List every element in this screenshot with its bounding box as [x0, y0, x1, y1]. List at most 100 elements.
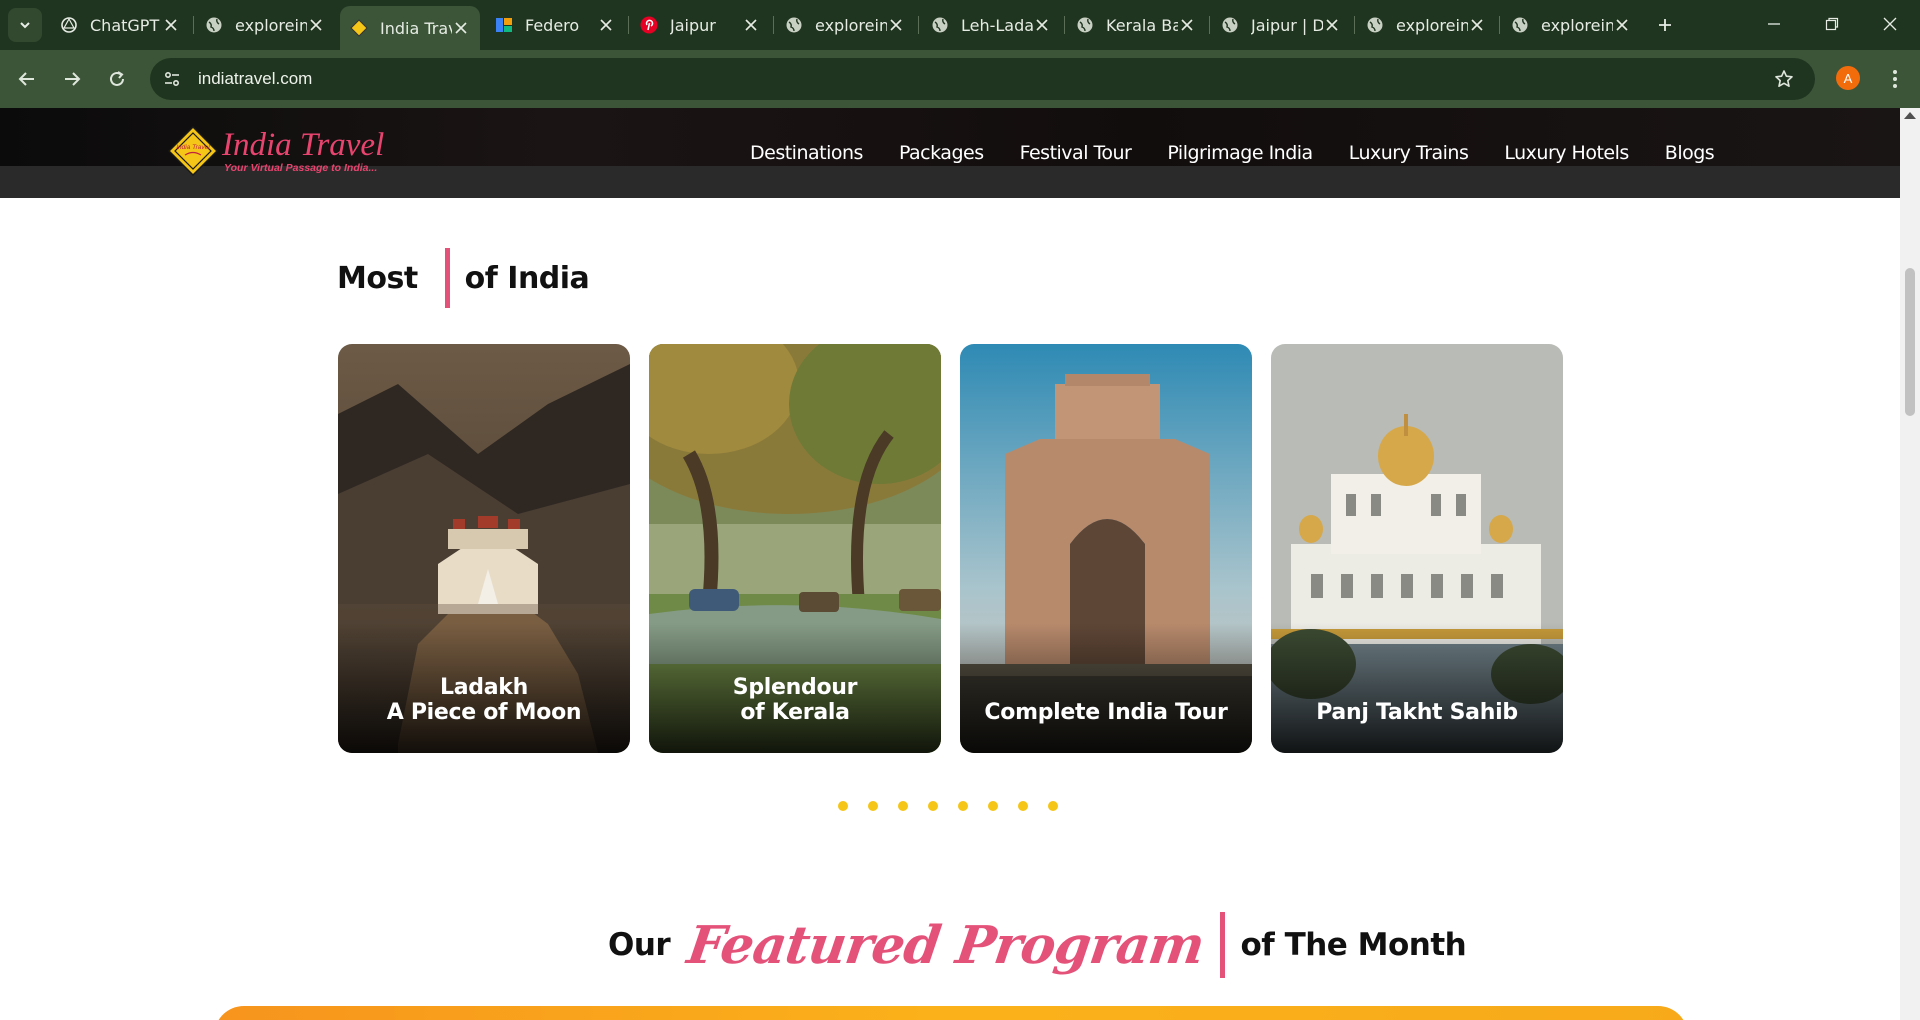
nav-festival-tour[interactable]: Festival Tour — [1020, 142, 1132, 164]
logo-title: India Travel — [222, 127, 385, 163]
scroll-up-arrow-icon[interactable] — [1904, 112, 1916, 119]
globe-icon — [1366, 16, 1384, 34]
globe-icon — [1511, 16, 1529, 34]
heading-word-our: Our — [608, 927, 671, 963]
scroll-thumb[interactable] — [1905, 268, 1915, 416]
tab-separator — [1064, 16, 1065, 34]
card-complete-india[interactable]: Complete India Tour — [960, 344, 1252, 753]
browser-tab[interactable]: Kerala Ba — [1066, 5, 1206, 45]
tab-separator — [1354, 16, 1355, 34]
tab-title: exploreind — [235, 15, 307, 35]
restore-button[interactable] — [1803, 0, 1861, 48]
url-text[interactable]: indiatravel.com — [198, 69, 312, 89]
card-panj-takht[interactable]: Panj Takht Sahib — [1271, 344, 1563, 753]
browser-tab[interactable]: India Travel — [340, 6, 480, 50]
nav-packages[interactable]: Packages — [899, 142, 984, 164]
carousel-dot[interactable] — [898, 801, 908, 811]
page-scrollbar[interactable] — [1900, 108, 1920, 1020]
carousel-dot[interactable] — [988, 801, 998, 811]
card-title-line1: Complete India Tour — [984, 700, 1228, 725]
tab-title: exploreind — [815, 15, 887, 35]
close-tab-icon[interactable] — [597, 16, 615, 34]
browser-tab[interactable]: exploreind — [1356, 5, 1496, 45]
carousel-dot[interactable] — [868, 801, 878, 811]
heading-word-most: Most — [337, 260, 418, 296]
forward-button[interactable] — [55, 62, 89, 96]
tune-icon — [164, 71, 180, 87]
browser-menu-button[interactable] — [1880, 62, 1910, 96]
heading-word-of-india: of India — [464, 260, 590, 296]
nav-luxury-hotels[interactable]: Luxury Hotels — [1504, 142, 1629, 164]
tab-title: ChatGPT — [90, 15, 160, 35]
close-tab-icon[interactable] — [887, 16, 905, 34]
site-logo[interactable]: India Travel India Travel Your Virtual P… — [168, 126, 384, 176]
browser-tab[interactable]: exploreind — [775, 5, 915, 45]
tab-search-button[interactable] — [8, 8, 42, 42]
chevron-down-icon — [20, 22, 30, 29]
browser-tab[interactable]: exploreind — [1501, 5, 1641, 45]
carousel-dot[interactable] — [958, 801, 968, 811]
card-title-line1: Ladakh — [440, 675, 528, 700]
close-tab-icon[interactable] — [742, 16, 760, 34]
card-title: Splendour of Kerala — [649, 675, 941, 725]
minimize-button[interactable] — [1745, 0, 1803, 48]
close-tab-icon[interactable] — [1613, 16, 1631, 34]
reload-button[interactable] — [100, 62, 134, 96]
close-tab-icon[interactable] — [1468, 16, 1486, 34]
restore-icon — [1825, 17, 1839, 31]
most-of-india-heading: Most of India — [337, 248, 590, 308]
browser-tab[interactable]: exploreind — [195, 5, 335, 45]
browser-tab-strip: ChatGPT exploreind India Travel Federo Jaipu… — [0, 0, 1920, 50]
tab-title: India Travel — [380, 18, 452, 38]
nav-pilgrimage-india[interactable]: Pilgrimage India — [1167, 142, 1313, 164]
carousel-dot[interactable] — [838, 801, 848, 811]
tab-title: Jaipur — [670, 15, 716, 35]
tab-title: Jaipur | D — [1251, 15, 1323, 35]
site-info-button[interactable] — [154, 61, 190, 97]
back-button[interactable] — [10, 62, 44, 96]
bookmark-button[interactable] — [1769, 64, 1799, 94]
tab-separator — [773, 16, 774, 34]
card-title-line1: Panj Takht Sahib — [1316, 700, 1518, 725]
carousel-dot[interactable] — [1018, 801, 1028, 811]
address-bar[interactable]: indiatravel.com — [150, 58, 1815, 100]
browser-tab[interactable]: Leh-Ladakh — [921, 5, 1061, 45]
close-window-button[interactable] — [1861, 0, 1919, 48]
nav-blogs[interactable]: Blogs — [1665, 142, 1715, 164]
arrow-left-icon — [18, 72, 34, 86]
card-ladakh[interactable]: Ladakh A Piece of Moon — [338, 344, 630, 753]
arrow-right-icon — [65, 72, 81, 86]
more-vertical-icon — [1893, 70, 1897, 88]
browser-tab[interactable]: ChatGPT — [50, 5, 190, 45]
new-tab-button[interactable] — [1650, 10, 1680, 40]
close-tab-icon[interactable] — [452, 19, 470, 37]
carousel-dot[interactable] — [1048, 801, 1058, 811]
browser-tab[interactable]: Jaipur — [630, 5, 770, 45]
close-tab-icon[interactable] — [1033, 16, 1051, 34]
card-title-line1: Splendour — [732, 675, 858, 700]
nav-luxury-trains[interactable]: Luxury Trains — [1349, 142, 1469, 164]
logo-badge-text: India Travel — [176, 144, 210, 151]
featured-program-heading: Our Featured Program of The Month — [608, 900, 1467, 990]
close-tab-icon[interactable] — [1178, 16, 1196, 34]
card-shade — [960, 623, 1252, 753]
logo-diamond-icon: India Travel — [168, 126, 218, 176]
browser-tab[interactable]: Jaipur | D — [1211, 5, 1351, 45]
close-tab-icon[interactable] — [162, 16, 180, 34]
globe-icon — [1221, 16, 1239, 34]
plus-icon — [1659, 19, 1671, 31]
tab-separator — [1499, 16, 1500, 34]
close-tab-icon[interactable] — [1323, 16, 1341, 34]
pinterest-icon — [640, 16, 658, 34]
card-title: Complete India Tour — [960, 700, 1252, 725]
carousel-dot[interactable] — [928, 801, 938, 811]
browser-toolbar: indiatravel.com A — [0, 50, 1920, 108]
tab-title: Federo — [525, 15, 580, 35]
card-title-line2: of Kerala — [740, 700, 850, 725]
browser-tab[interactable]: Federo — [485, 5, 625, 45]
card-kerala[interactable]: Splendour of Kerala — [649, 344, 941, 753]
close-tab-icon[interactable] — [307, 16, 325, 34]
nav-destinations[interactable]: Destinations — [750, 142, 863, 164]
profile-avatar[interactable]: A — [1836, 66, 1860, 90]
featured-program-banner[interactable] — [214, 1006, 1688, 1020]
